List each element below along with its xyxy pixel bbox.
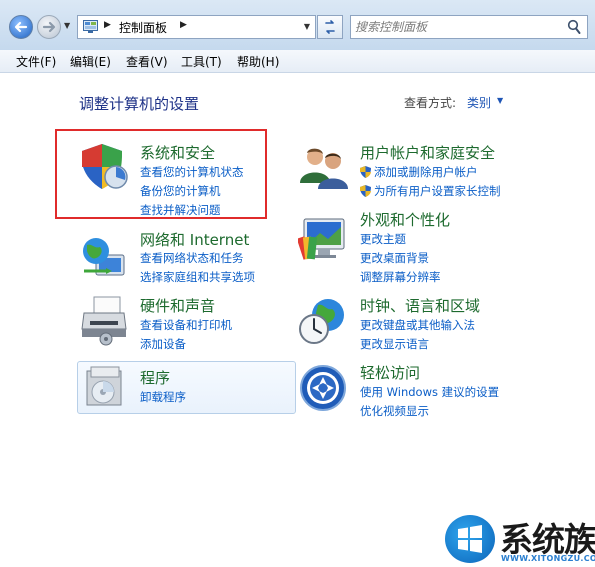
link-change-input-method[interactable]: 更改键盘或其他输入法 — [360, 317, 475, 333]
category-title-hardware[interactable]: 硬件和声音 — [140, 295, 215, 316]
control-panel-icon — [83, 20, 98, 33]
view-by-select[interactable]: 类别 — [467, 94, 491, 111]
address-dropdown[interactable]: ▼ — [304, 22, 310, 31]
menu-help[interactable]: 帮助(H) — [237, 53, 279, 70]
link-network-status[interactable]: 查看网络状态和任务 — [140, 250, 244, 266]
forward-button[interactable] — [37, 15, 61, 39]
link-windows-suggested-settings[interactable]: 使用 Windows 建议的设置 — [360, 384, 499, 400]
watermark-url: WWW.XITONGZU.COM — [501, 554, 595, 563]
link-add-remove-users[interactable]: 添加或删除用户帐户 — [360, 164, 478, 180]
category-title-ease-of-access[interactable]: 轻松访问 — [360, 362, 420, 383]
category-title-system-security[interactable]: 系统和安全 — [140, 142, 215, 163]
address-path[interactable]: ▶ 控制面板 ▶ ▼ — [77, 15, 316, 39]
uac-shield-icon — [360, 185, 371, 197]
link-screen-resolution[interactable]: 调整屏幕分辨率 — [360, 269, 441, 285]
breadcrumb-separator[interactable]: ▶ — [104, 20, 111, 30]
printer-icon[interactable] — [78, 295, 130, 347]
back-button[interactable] — [9, 15, 33, 39]
page-title: 调整计算机的设置 — [79, 95, 200, 113]
globe-network-icon[interactable] — [78, 231, 130, 283]
link-devices-printers[interactable]: 查看设备和打印机 — [140, 317, 232, 333]
link-optimize-video[interactable]: 优化视频显示 — [360, 403, 429, 419]
category-title-network[interactable]: 网络和 Internet — [140, 229, 249, 250]
link-troubleshoot[interactable]: 查找并解决问题 — [140, 202, 221, 218]
menu-file[interactable]: 文件(F) — [16, 53, 56, 70]
link-homegroup-sharing[interactable]: 选择家庭组和共享选项 — [140, 269, 255, 285]
link-parental-controls[interactable]: 为所有用户设置家长控制 — [360, 183, 501, 199]
refresh-button[interactable] — [317, 15, 343, 39]
view-by-label: 查看方式: — [404, 96, 457, 110]
monitor-palette-icon[interactable] — [298, 215, 350, 265]
link-change-display-language[interactable]: 更改显示语言 — [360, 336, 429, 352]
address-toolbar: ▼ ▶ 控制面板 ▶ ▼ — [0, 0, 595, 51]
link-parental-controls-label[interactable]: 为所有用户设置家长控制 — [374, 184, 501, 198]
clock-globe-icon[interactable] — [298, 295, 350, 347]
menu-tools[interactable]: 工具(T) — [181, 53, 222, 70]
recent-pages-dropdown[interactable]: ▼ — [64, 20, 74, 32]
shield-icon[interactable] — [78, 141, 130, 193]
breadcrumb-control-panel[interactable]: 控制面板 — [119, 19, 167, 36]
arrow-left-icon — [14, 21, 28, 33]
search-box[interactable] — [350, 15, 588, 39]
link-change-desktop-bg[interactable]: 更改桌面背景 — [360, 250, 429, 266]
menu-bar: 文件(F) 编辑(E) 查看(V) 工具(T) 帮助(H) — [0, 50, 595, 73]
watermark: 系统族 WWW.XITONGZU.COM — [443, 512, 595, 567]
search-input[interactable] — [355, 18, 565, 36]
link-change-theme[interactable]: 更改主题 — [360, 231, 406, 247]
ease-of-access-icon[interactable] — [298, 363, 348, 413]
category-title-appearance[interactable]: 外观和个性化 — [360, 209, 450, 230]
link-view-computer-status[interactable]: 查看您的计算机状态 — [140, 164, 244, 180]
programs-icon[interactable] — [83, 365, 127, 409]
menu-view[interactable]: 查看(V) — [126, 53, 168, 70]
breadcrumb-separator[interactable]: ▶ — [180, 20, 187, 30]
menu-edit[interactable]: 编辑(E) — [70, 53, 111, 70]
users-icon[interactable] — [298, 143, 350, 191]
link-uninstall-program[interactable]: 卸载程序 — [140, 389, 186, 405]
link-add-device[interactable]: 添加设备 — [140, 336, 186, 352]
uac-shield-icon — [360, 166, 371, 178]
category-title-user-accounts[interactable]: 用户帐户和家庭安全 — [360, 142, 495, 163]
refresh-icon — [325, 20, 335, 34]
arrow-right-icon — [42, 21, 56, 33]
windows-logo-icon — [445, 515, 495, 563]
link-backup-computer[interactable]: 备份您的计算机 — [140, 183, 221, 199]
chevron-down-icon[interactable]: ▼ — [497, 96, 503, 105]
control-panel-content: 调整计算机的设置 查看方式: 类别 ▼ 系统和安全 查看您的计算机状态 备份您的… — [0, 73, 595, 567]
category-title-clock-region[interactable]: 时钟、语言和区域 — [360, 295, 480, 316]
link-add-remove-users-label[interactable]: 添加或删除用户帐户 — [374, 165, 478, 179]
category-title-programs[interactable]: 程序 — [140, 367, 170, 388]
search-icon[interactable] — [567, 19, 581, 35]
